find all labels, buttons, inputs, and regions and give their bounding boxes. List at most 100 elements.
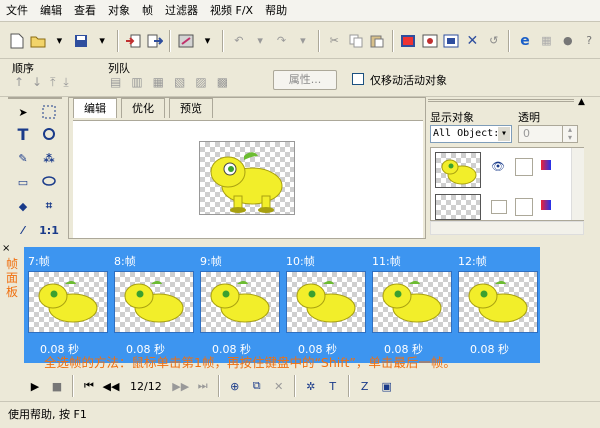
menu-file[interactable]: 文件 [0, 1, 34, 21]
tab-preview[interactable]: 预览 [169, 98, 213, 118]
redo-icon[interactable]: ↷ [271, 30, 292, 52]
frame-thumbnail[interactable] [458, 271, 538, 333]
frame-item[interactable]: 8:帧 0.08 秒 [110, 247, 194, 359]
prev-frame-icon[interactable]: ◀◀ [100, 375, 122, 397]
frame-thumbnail[interactable] [286, 271, 366, 333]
brush-icon[interactable]: ✎ [12, 147, 34, 169]
new-file-icon[interactable] [6, 30, 27, 52]
options-icon[interactable]: ● [557, 30, 578, 52]
visibility-cell[interactable] [491, 200, 507, 214]
add-frame-icon[interactable]: ⊕ [224, 375, 246, 397]
transition-icon[interactable]: Z [354, 375, 376, 397]
crop-icon[interactable]: ✕ [462, 30, 483, 52]
frame-counter: 12/12 [130, 379, 162, 393]
play-icon[interactable]: ▶ [24, 375, 46, 397]
undo-dropdown-icon[interactable]: ▾ [250, 30, 271, 52]
menu-view[interactable]: 查看 [68, 1, 102, 21]
first-frame-icon[interactable]: ⏮ [78, 375, 100, 397]
next-frame-icon[interactable]: ▶▶ [170, 375, 192, 397]
menu-filter[interactable]: 过滤器 [159, 1, 204, 21]
frame-thumbnail[interactable] [372, 271, 452, 333]
frame-item[interactable]: 10:帧 0.08 秒 [282, 247, 366, 359]
save-dropdown-icon[interactable]: ▾ [91, 30, 112, 52]
frame-item[interactable]: 9:帧 0.08 秒 [196, 247, 280, 359]
help-icon[interactable]: ? [578, 30, 599, 52]
panel-close-icon[interactable]: ▲ [578, 97, 585, 107]
stop-icon[interactable]: ■ [46, 375, 68, 397]
object-properties-icon[interactable] [419, 30, 440, 52]
open-folder-icon[interactable] [27, 30, 48, 52]
preview-browser-icon[interactable] [175, 30, 196, 52]
grid-icon[interactable]: ▦ [536, 30, 557, 52]
actual-size-icon[interactable]: 1:1 [38, 219, 60, 241]
tab-optimize[interactable]: 优化 [121, 98, 165, 118]
canvas-area[interactable] [73, 120, 423, 238]
delete-frame-icon[interactable]: ✕ [268, 375, 290, 397]
lock-cell[interactable] [515, 158, 533, 176]
order-arrow-icons[interactable]: ↑↓⤒⤓ [14, 75, 94, 93]
text-tool-icon[interactable]: T [12, 123, 34, 145]
attributes-button[interactable]: 属性... [273, 70, 337, 90]
select-arrow-icon[interactable]: ➤ [12, 101, 34, 123]
frame-properties-icon[interactable] [398, 30, 419, 52]
menu-bar: 文件 编辑 查看 对象 帧 过滤器 视频 F/X 帮助 [0, 0, 600, 22]
duplicate-frame-icon[interactable]: ⧉ [246, 375, 268, 397]
main-toolbar: ▾ ▾ ▾ ↶ ▾ ↷ ▾ ✂ ✕ ↺ e ▦ ● ? [0, 23, 600, 59]
object-list[interactable]: 👁 [430, 147, 584, 221]
open-dropdown-icon[interactable]: ▾ [49, 30, 70, 52]
object-thumbnail[interactable] [435, 152, 481, 188]
eraser-icon[interactable]: ▭ [12, 171, 34, 193]
frame-label: 10:帧 [286, 255, 315, 268]
export-icon[interactable] [144, 30, 165, 52]
redo-dropdown-icon[interactable]: ▾ [292, 30, 313, 52]
lock-cell[interactable] [515, 198, 533, 216]
magic-wand-icon[interactable]: ⁂ [38, 147, 60, 169]
resize-icon[interactable] [440, 30, 461, 52]
frames-panel-close-icon[interactable]: × [2, 243, 10, 254]
lasso-icon[interactable] [38, 171, 60, 193]
tools-panel: ➤ T ✎ ⁂ ▭ ◆ ⌗ ⁄ 1:1 [8, 97, 62, 241]
fill-icon[interactable]: ◆ [12, 195, 34, 217]
last-frame-icon[interactable]: ⏭ [192, 375, 214, 397]
only-move-active-checkbox[interactable] [352, 73, 364, 85]
opacity-spinbox[interactable]: 0 ▴ ▾ [518, 125, 578, 143]
tab-edit[interactable]: 编辑 [73, 98, 117, 118]
menu-frame[interactable]: 帧 [136, 1, 159, 21]
frame-item[interactable]: 12:帧 0.08 秒 [454, 247, 538, 359]
visibility-eye-icon[interactable]: 👁 [491, 160, 507, 174]
cut-icon[interactable]: ✂ [324, 30, 345, 52]
display-objects-label: 显示对象 [430, 111, 474, 124]
menu-video-fx[interactable]: 视频 F/X [204, 1, 259, 21]
copy-icon[interactable] [345, 30, 366, 52]
internet-explorer-icon[interactable]: e [514, 30, 535, 52]
object-list-hscrollbar[interactable] [430, 221, 584, 235]
align-icons[interactable]: ▤▥▦▧▨▩ [110, 75, 270, 93]
eyedropper-icon[interactable]: ⁄ [12, 219, 34, 241]
paste-icon[interactable] [366, 30, 387, 52]
frame-item[interactable]: 7:帧 0.08 秒 [24, 247, 108, 359]
menu-object[interactable]: 对象 [102, 1, 136, 21]
canvas-image[interactable] [199, 141, 295, 215]
frame-thumbnail[interactable] [28, 271, 108, 333]
object-thumbnail[interactable] [435, 194, 481, 220]
object-list-vscrollbar[interactable] [571, 148, 584, 220]
frame-duration[interactable]: 0.08 秒 [470, 341, 509, 357]
preview-dropdown-icon[interactable]: ▾ [197, 30, 218, 52]
tween-icon[interactable]: ✲ [300, 375, 322, 397]
menu-help[interactable]: 帮助 [259, 1, 293, 21]
frame-properties-icon[interactable]: ▣ [376, 375, 398, 397]
marquee-icon[interactable] [38, 101, 60, 123]
crop-tool-icon[interactable]: ⌗ [38, 195, 60, 217]
display-objects-select[interactable]: All Object: ▾ [430, 125, 512, 143]
frame-thumbnail[interactable] [200, 271, 280, 333]
undo-icon[interactable]: ↶ [228, 30, 249, 52]
import-icon[interactable] [123, 30, 144, 52]
wizard-icon[interactable]: ↺ [483, 30, 504, 52]
menu-edit[interactable]: 编辑 [34, 1, 68, 21]
frame-item[interactable]: 11:帧 0.08 秒 [368, 247, 452, 359]
text-banner-icon[interactable]: T [322, 375, 344, 397]
frame-thumbnail[interactable] [114, 271, 194, 333]
rotate-icon[interactable] [38, 123, 60, 145]
save-icon[interactable] [70, 30, 91, 52]
frame-strip[interactable]: 7:帧 0.08 秒 8:帧 0.08 秒 9:帧 0.08 秒 10:帧 0.… [24, 247, 540, 363]
